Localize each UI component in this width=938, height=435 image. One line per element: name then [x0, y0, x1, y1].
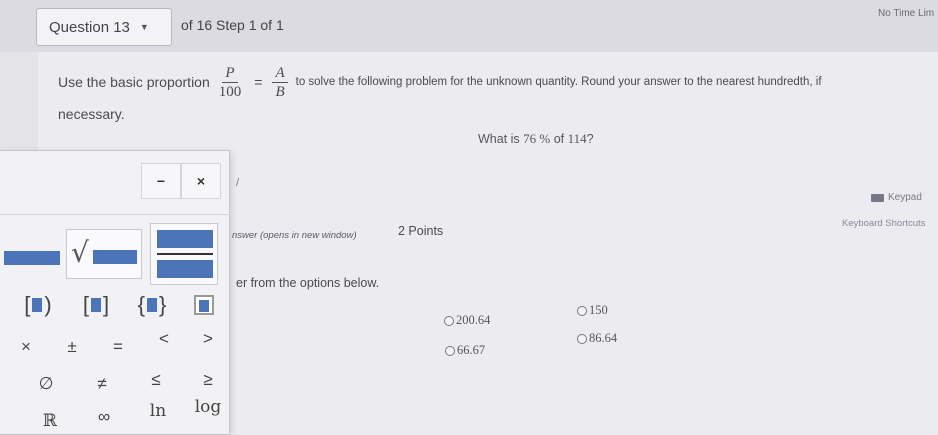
- half-open-interval-button[interactable]: [): [16, 289, 60, 321]
- fraction-denominator: B: [275, 83, 285, 100]
- radio-button[interactable]: [444, 315, 454, 326]
- instruction-suffix: to solve the following problem for the u…: [295, 76, 822, 88]
- chevron-down-icon: ▼: [139, 22, 149, 32]
- instruction-line2: necessary.: [58, 106, 125, 122]
- question-prompt: What is 76 % of 114?: [478, 131, 594, 147]
- matrix-button[interactable]: [182, 289, 226, 321]
- question-dropdown[interactable]: Question 13 ▼: [36, 8, 172, 46]
- question-prefix: What is: [478, 132, 524, 146]
- radio-button[interactable]: [577, 305, 587, 316]
- fraction-p-over-100: P 100: [216, 64, 245, 101]
- keyboard-shortcuts-link[interactable]: Keyboard Shortcuts: [842, 218, 925, 229]
- infinity-button[interactable]: ∞: [82, 401, 126, 433]
- option-86-64[interactable]: 86.64: [577, 331, 617, 346]
- keypad-button[interactable]: Keypad: [871, 192, 922, 203]
- keyboard-icon: [871, 193, 884, 202]
- times-button[interactable]: ×: [4, 331, 48, 363]
- fraction-numerator: A: [272, 64, 288, 83]
- question-label: Question 13: [49, 18, 130, 36]
- ln-button[interactable]: ln: [136, 395, 180, 427]
- option-66-67[interactable]: 66.67: [445, 343, 485, 358]
- options-instruction: er from the options below.: [236, 276, 380, 290]
- palette-divider: [0, 214, 230, 215]
- keypad-label: Keypad: [888, 192, 922, 203]
- plus-minus-button[interactable]: ±: [50, 331, 94, 363]
- palette-window-controls: − ×: [141, 163, 221, 199]
- template-plain-box[interactable]: [0, 237, 62, 271]
- template-fraction-button[interactable]: [150, 223, 218, 285]
- instruction-prefix: Use the basic proportion: [58, 74, 210, 90]
- option-label: 86.64: [589, 331, 618, 345]
- sqrt-icon: √: [71, 236, 89, 269]
- less-equal-button[interactable]: ≤: [134, 364, 178, 396]
- fraction-numerator: P: [222, 64, 238, 83]
- greater-than-button[interactable]: >: [186, 323, 230, 355]
- question-percent: 76 %: [523, 131, 551, 146]
- option-label: 66.67: [457, 343, 486, 357]
- radio-button[interactable]: [445, 345, 455, 356]
- question-suffix: ?: [586, 132, 594, 146]
- option-150[interactable]: 150: [577, 303, 608, 318]
- option-200-64[interactable]: 200.64: [444, 313, 490, 328]
- equals-button[interactable]: =: [96, 331, 140, 363]
- time-limit-label: No Time Lim: [878, 8, 935, 19]
- log-button[interactable]: log: [186, 391, 230, 423]
- points-label: 2 Points: [398, 224, 444, 238]
- not-equal-button[interactable]: ≠: [80, 368, 124, 400]
- fraction-a-over-b: A B: [272, 64, 288, 101]
- option-label: 200.64: [456, 313, 491, 327]
- real-numbers-button[interactable]: ℝ: [28, 405, 72, 435]
- closed-interval-button[interactable]: []: [74, 289, 118, 321]
- question-number: 114: [567, 131, 587, 146]
- empty-set-button[interactable]: ∅: [24, 368, 68, 400]
- slash-mark: /: [236, 177, 240, 189]
- minimize-button[interactable]: −: [141, 163, 181, 199]
- question-middle: of: [550, 132, 568, 146]
- radio-button[interactable]: [577, 333, 587, 344]
- option-label: 150: [589, 303, 608, 317]
- answer-link[interactable]: nswer (opens in new window): [232, 230, 357, 241]
- fraction-denominator: 100: [218, 83, 242, 100]
- set-braces-button[interactable]: {}: [130, 289, 174, 321]
- step-indicator: of 16 Step 1 of 1: [181, 17, 284, 33]
- instruction-text: Use the basic proportion P 100 = A B to …: [58, 58, 918, 123]
- template-sqrt-button[interactable]: √: [66, 229, 142, 279]
- equals-sign: =: [254, 74, 263, 90]
- less-than-button[interactable]: <: [142, 323, 186, 355]
- close-button[interactable]: ×: [181, 163, 221, 199]
- math-palette: − × √ [) [] {} × ± = < > ∅ ≠ ≤ ≥ ℝ ∞ ln …: [0, 150, 230, 435]
